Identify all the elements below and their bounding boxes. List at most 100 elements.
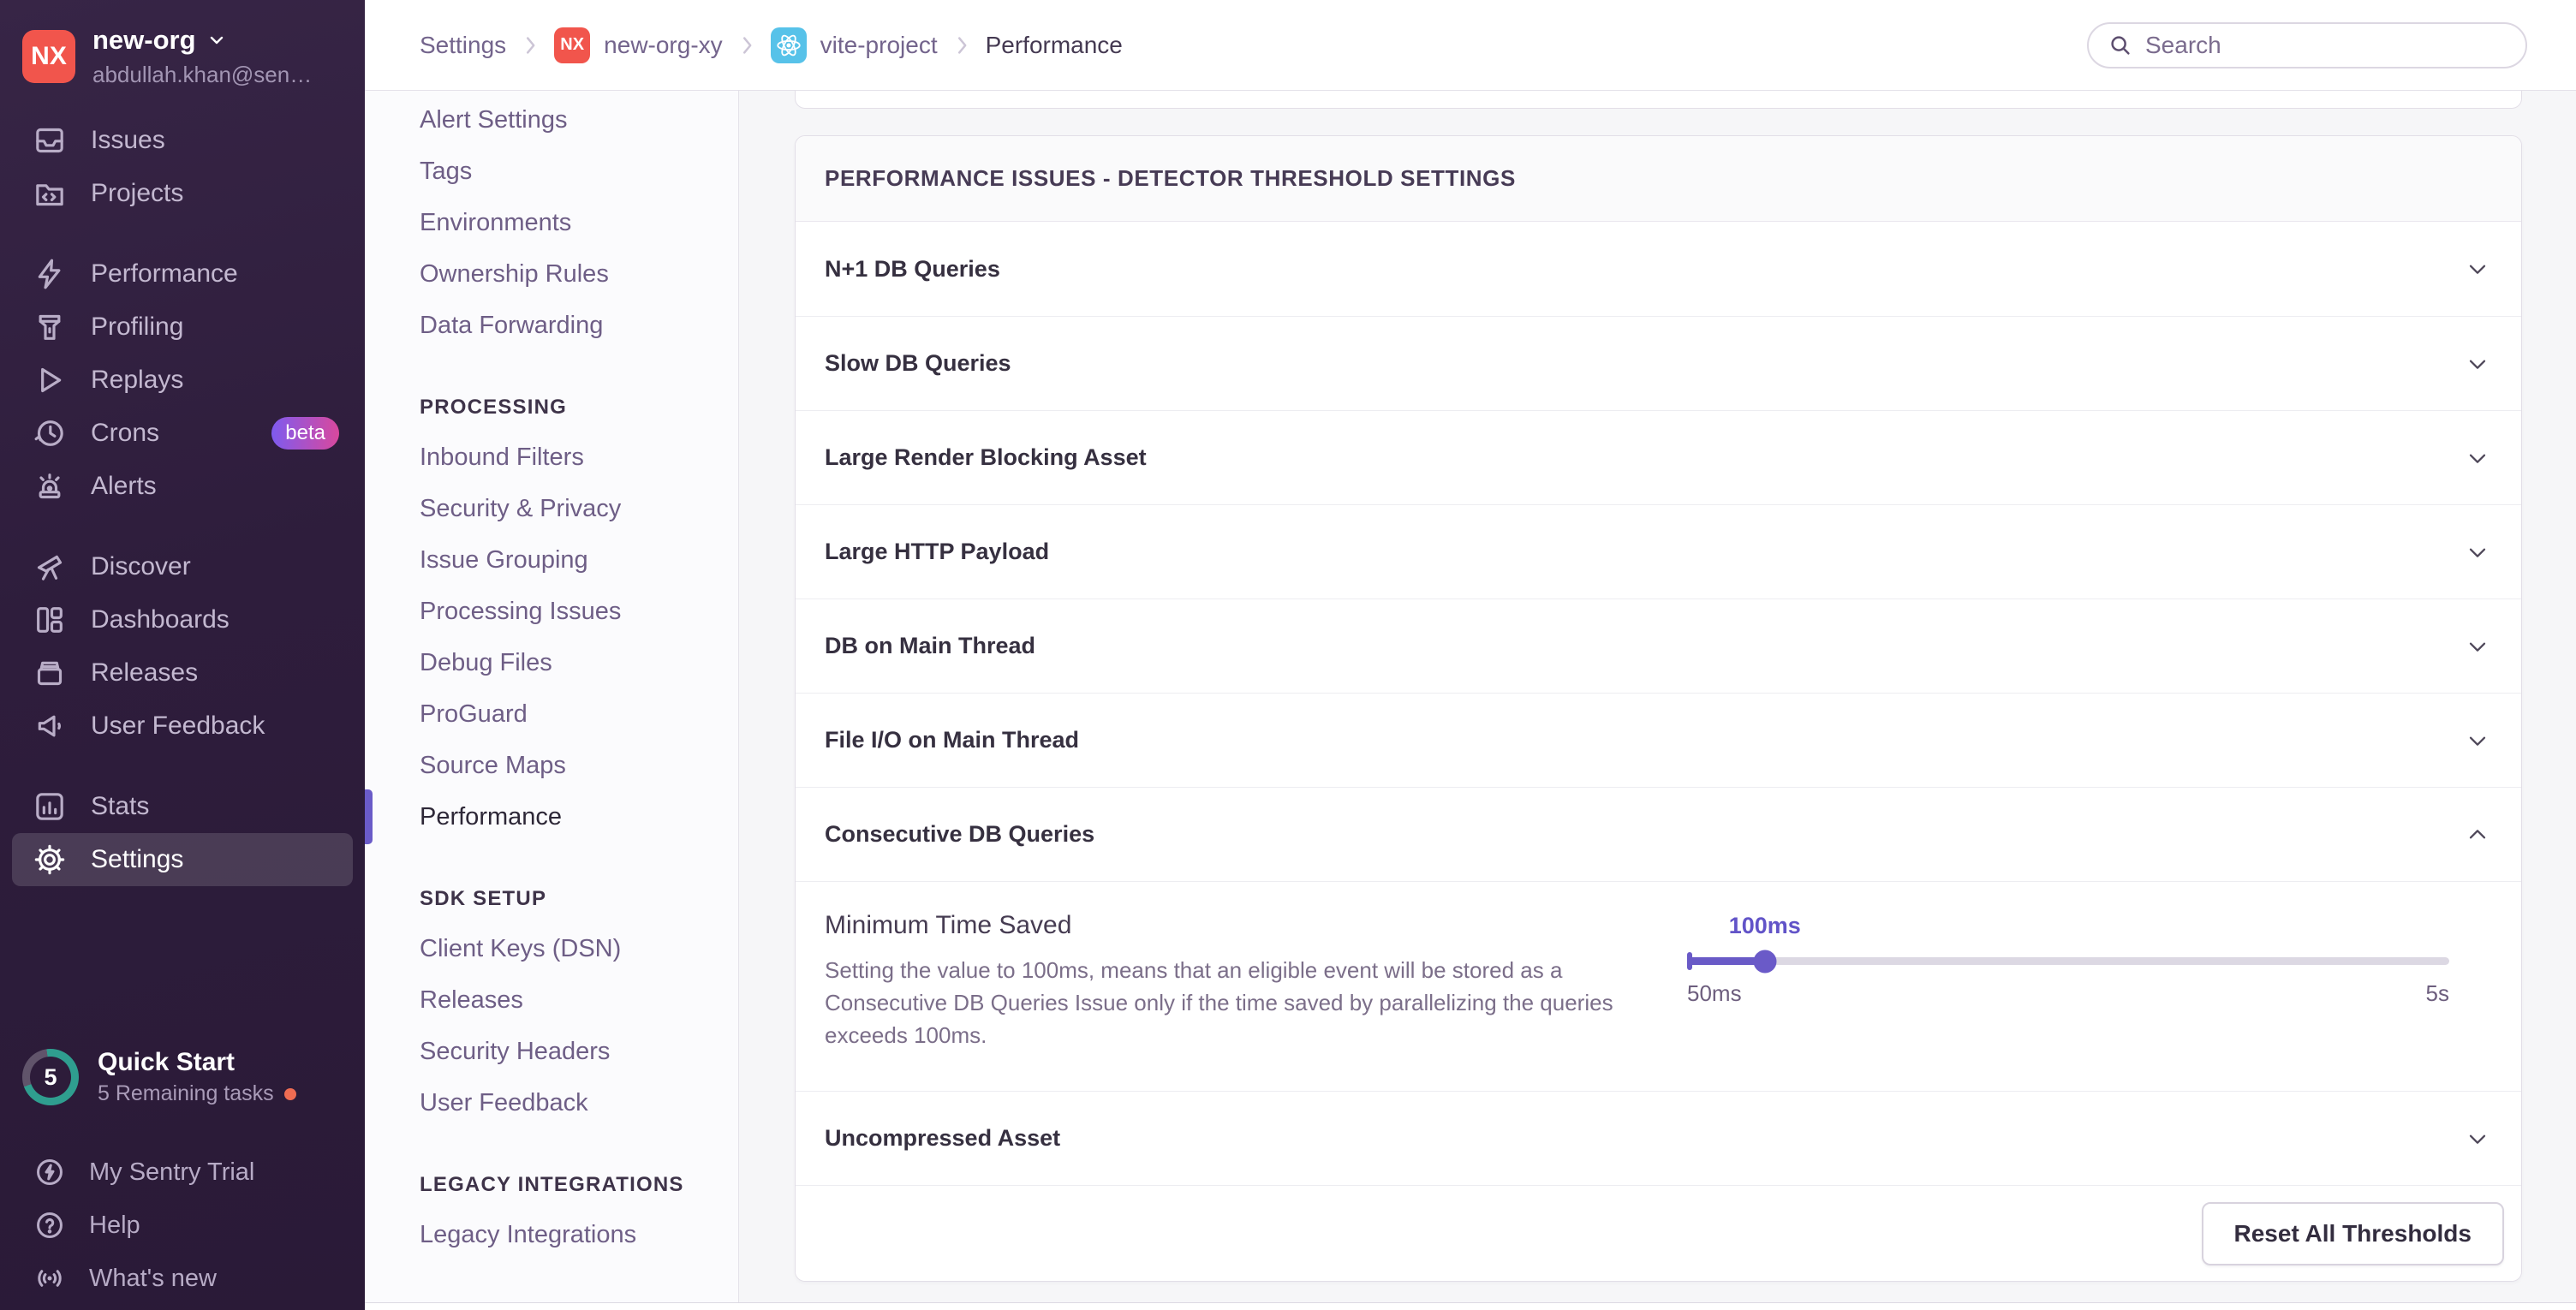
releases-icon (33, 656, 67, 690)
org-switcher[interactable]: NX new-org abdullah.khan@sen… (0, 0, 365, 109)
sidebar-item-performance[interactable]: Performance (0, 247, 365, 301)
chevron-down-icon (2463, 538, 2492, 567)
gear-icon (33, 843, 67, 877)
panel-title: PERFORMANCE ISSUES - DETECTOR THRESHOLD … (796, 136, 2521, 222)
sidebar-item-my-sentry-trial[interactable]: My Sentry Trial (0, 1146, 365, 1199)
subnav-heading-sdk-setup: SDK SETUP (420, 875, 738, 923)
react-icon (771, 27, 807, 63)
subnav-item-proguard[interactable]: ProGuard (420, 688, 738, 740)
chevron-down-icon (2463, 349, 2492, 378)
sidebar-item-label: Dashboards (91, 605, 230, 634)
accordion-row-large-render-blocking-asset[interactable]: Large Render Blocking Asset (796, 410, 2521, 504)
breadcrumb-project[interactable]: vite-project (771, 27, 938, 63)
org-avatar: NX (22, 30, 75, 83)
subnav-item-environments[interactable]: Environments (420, 197, 738, 248)
panel-footer: Reset All Thresholds (796, 1185, 2521, 1281)
stats-icon (33, 789, 67, 824)
subnav-heading-processing: PROCESSING (420, 384, 738, 432)
accordion-row-db-on-main-thread[interactable]: DB on Main Thread (796, 598, 2521, 693)
subnav-item-client-keys[interactable]: Client Keys (DSN) (420, 923, 738, 974)
breadcrumb-settings[interactable]: Settings (420, 32, 506, 59)
chevron-right-icon (522, 33, 539, 57)
breadcrumb-performance: Performance (986, 32, 1123, 59)
chevron-down-icon (206, 30, 227, 51)
sidebar-item-label: Replays (91, 366, 183, 395)
profiling-icon (33, 310, 67, 344)
slider-track[interactable] (1687, 957, 2449, 965)
subnav-item-source-maps[interactable]: Source Maps (420, 740, 738, 791)
subnav-item-issue-grouping[interactable]: Issue Grouping (420, 534, 738, 586)
search-box[interactable] (2087, 22, 2527, 68)
chevron-down-icon (2463, 254, 2492, 283)
accordion-row-uncompressed-asset[interactable]: Uncompressed Asset (796, 1091, 2521, 1185)
subnav-heading-legacy-integrations: LEGACY INTEGRATIONS (420, 1161, 738, 1209)
sidebar-item-issues[interactable]: Issues (0, 114, 365, 167)
accordion-row-consecutive-db-queries[interactable]: Consecutive DB Queries (796, 787, 2521, 881)
accordion-row-slow-db-queries[interactable]: Slow DB Queries (796, 316, 2521, 410)
accordion-row-large-http-payload[interactable]: Large HTTP Payload (796, 504, 2521, 598)
footer-item-label: My Sentry Trial (89, 1158, 254, 1187)
crons-icon (33, 416, 67, 450)
quickstart-subtitle: 5 Remaining tasks (98, 1081, 274, 1106)
time-saved-slider: 100ms 50ms 5s (1687, 911, 2449, 1051)
sidebar-item-dashboards[interactable]: Dashboards (0, 593, 365, 646)
notification-dot (284, 1088, 296, 1100)
subnav-item-alert-settings[interactable]: Alert Settings (420, 94, 738, 146)
issues-icon (33, 123, 67, 158)
sidebar-item-label: Projects (91, 179, 183, 208)
quickstart-progress-ring: 5 (22, 1049, 79, 1105)
slider-start-cap (1687, 952, 1692, 970)
subnav-item-security-headers[interactable]: Security Headers (420, 1026, 738, 1077)
org-avatar-small: NX (554, 27, 590, 63)
projects-icon (33, 176, 67, 211)
subnav-item-inbound-filters[interactable]: Inbound Filters (420, 432, 738, 483)
sidebar-item-user-feedback[interactable]: User Feedback (0, 700, 365, 753)
sidebar-item-whats-new[interactable]: What's new (0, 1252, 365, 1305)
sidebar-item-replays[interactable]: Replays (0, 354, 365, 407)
reset-all-thresholds-button[interactable]: Reset All Thresholds (2202, 1202, 2504, 1265)
sidebar-item-stats[interactable]: Stats (0, 780, 365, 833)
sidebar-item-profiling[interactable]: Profiling (0, 301, 365, 354)
accordion-row-n-plus-one-db-queries[interactable]: N+1 DB Queries (796, 222, 2521, 316)
alerts-icon (33, 469, 67, 503)
sidebar-item-crons[interactable]: Crons beta (0, 407, 365, 460)
slider-value-label: 100ms (1729, 913, 1801, 939)
sidebar-item-label: Profiling (91, 313, 183, 342)
slider-max-label: 5s (2426, 980, 2449, 1007)
sidebar-item-discover[interactable]: Discover (0, 540, 365, 593)
subnav-item-data-forwarding[interactable]: Data Forwarding (420, 300, 738, 351)
subnav-item-performance[interactable]: Performance (420, 791, 738, 843)
sidebar-item-settings[interactable]: Settings (12, 833, 353, 886)
search-input[interactable] (2145, 32, 2507, 59)
sidebar-item-label: Issues (91, 126, 165, 155)
subnav-item-security-privacy[interactable]: Security & Privacy (420, 483, 738, 534)
user-feedback-icon (33, 709, 67, 743)
subnav-item-ownership-rules[interactable]: Ownership Rules (420, 248, 738, 300)
chevron-down-icon (2463, 632, 2492, 661)
subnav-item-debug-files[interactable]: Debug Files (420, 637, 738, 688)
subnav-item-legacy-integrations[interactable]: Legacy Integrations (420, 1209, 738, 1260)
sidebar-item-label: Alerts (91, 472, 157, 501)
sidebar-item-label: Releases (91, 658, 198, 688)
previous-panel-bottom (795, 91, 2522, 109)
sidebar-item-label: Performance (91, 259, 238, 289)
sidebar-item-label: Settings (91, 845, 183, 874)
sidebar-item-releases[interactable]: Releases (0, 646, 365, 700)
breadcrumb-org[interactable]: NX new-org-xy (554, 27, 722, 63)
consecutive-db-queries-detail: Minimum Time Saved Setting the value to … (796, 881, 2521, 1091)
sidebar-item-projects[interactable]: Projects (0, 167, 365, 220)
slider-min-label: 50ms (1687, 980, 1742, 1007)
subnav-item-user-feedback[interactable]: User Feedback (420, 1077, 738, 1128)
slider-thumb[interactable] (1753, 950, 1776, 973)
subnav-item-releases[interactable]: Releases (420, 974, 738, 1026)
sidebar-item-alerts[interactable]: Alerts (0, 460, 365, 513)
subnav-item-tags[interactable]: Tags (420, 146, 738, 197)
chevron-down-icon (2463, 1124, 2492, 1153)
quick-start[interactable]: 5 Quick Start 5 Remaining tasks (0, 1048, 365, 1106)
subnav-item-processing-issues[interactable]: Processing Issues (420, 586, 738, 637)
accordion-row-file-io-on-main-thread[interactable]: File I/O on Main Thread (796, 693, 2521, 787)
threshold-settings-panel: PERFORMANCE ISSUES - DETECTOR THRESHOLD … (795, 135, 2522, 1282)
sidebar-item-help[interactable]: Help (0, 1199, 365, 1252)
discover-icon (33, 550, 67, 584)
sidebar-item-label: Stats (91, 792, 149, 821)
